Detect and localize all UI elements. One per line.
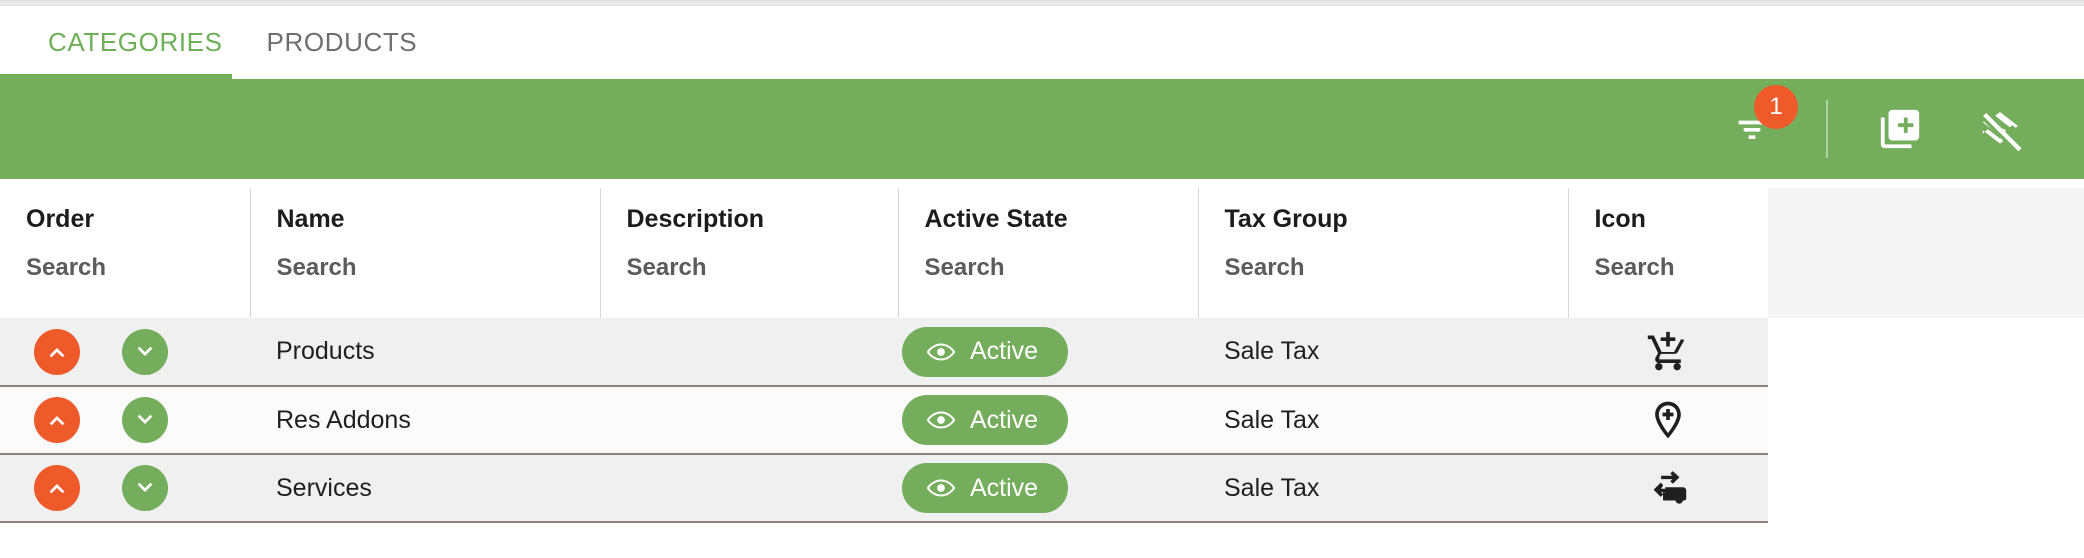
search-input-tax-group[interactable]: Search — [1225, 252, 1568, 284]
chevron-down-icon — [137, 346, 153, 356]
cell-icon — [1568, 454, 1768, 523]
add-location-icon — [1655, 401, 1681, 439]
cell-active-state: Active — [898, 386, 1198, 455]
move-down-button[interactable] — [122, 328, 168, 375]
table-header-row: Order Search Name Search Description Sea… — [0, 188, 1768, 318]
cell-icon — [1568, 318, 1768, 387]
status-badge[interactable]: Active — [902, 395, 1069, 445]
cell-name: Res Addons — [250, 386, 600, 455]
table-row[interactable]: Services Active Sale Tax — [0, 454, 1768, 523]
filter-badge-count: 1 — [1754, 85, 1798, 129]
search-input-icon[interactable]: Search — [1595, 252, 1769, 284]
chevron-down-icon — [137, 414, 153, 425]
toolbar-divider — [1826, 100, 1828, 158]
categories-table: Order Search Name Search Description Sea… — [0, 188, 1768, 523]
chevron-up-icon — [49, 483, 65, 494]
column-title: Order — [26, 205, 95, 233]
column-header-order: Order Search — [0, 188, 251, 318]
move-up-button[interactable] — [34, 465, 80, 511]
page-root: CATEGORIES PRODUCTS 1 Order Search Name … — [0, 0, 2084, 558]
layers-clear-icon — [1980, 112, 2022, 153]
column-header-description: Description Search — [600, 188, 899, 318]
eye-icon — [926, 342, 956, 361]
column-title: Tax Group — [1224, 205, 1348, 233]
tab-products[interactable]: PRODUCTS — [245, 6, 440, 78]
cell-tax-group: Sale Tax — [1198, 318, 1568, 387]
column-header-name: Name Search — [250, 188, 601, 318]
chevron-up-icon — [49, 415, 65, 426]
cell-order — [0, 386, 250, 455]
column-header-active-state: Active State Search — [898, 188, 1199, 318]
column-title: Icon — [1594, 205, 1646, 233]
search-input-description[interactable]: Search — [627, 252, 898, 284]
cell-tax-group: Sale Tax — [1198, 386, 1568, 455]
column-title: Name — [276, 205, 345, 233]
table-row[interactable]: Res Addons Active Sale Tax — [0, 386, 1768, 455]
cell-name: Services — [250, 454, 600, 523]
order-controls — [0, 397, 250, 443]
column-header-icon: Icon Search — [1568, 188, 1768, 318]
cell-active-state: Active — [898, 454, 1198, 523]
order-controls — [0, 328, 250, 375]
cell-active-state: Active — [898, 318, 1198, 387]
rv-transfer-icon — [1653, 471, 1687, 504]
eye-icon — [926, 479, 956, 497]
cell-description — [600, 318, 898, 387]
cell-order — [0, 454, 250, 523]
table-header: Order Search Name Search Description Sea… — [0, 188, 1768, 318]
column-title: Description — [626, 205, 765, 233]
filter-button[interactable]: 1 — [1724, 85, 1798, 157]
eye-icon — [926, 411, 956, 429]
search-input-active-state[interactable]: Search — [925, 252, 1198, 284]
move-up-button[interactable] — [34, 397, 80, 443]
search-input-order[interactable]: Search — [26, 252, 250, 284]
column-title: Active State — [924, 205, 1068, 233]
cell-description — [600, 454, 898, 523]
cell-tax-group: Sale Tax — [1198, 454, 1568, 523]
cell-name: Products — [250, 318, 600, 387]
add-button[interactable] — [1872, 101, 1928, 157]
tab-bar: CATEGORIES PRODUCTS — [0, 6, 2084, 78]
status-badge-label: Active — [970, 405, 1039, 434]
action-toolbar: 1 — [0, 79, 2084, 179]
status-badge-label: Active — [970, 337, 1039, 365]
layers-clear-button[interactable] — [1972, 101, 2028, 157]
tab-categories[interactable]: CATEGORIES — [26, 6, 245, 78]
cell-order — [0, 318, 250, 387]
cell-icon — [1568, 386, 1768, 455]
order-controls — [0, 465, 250, 511]
chevron-up-icon — [49, 347, 65, 357]
status-badge[interactable]: Active — [902, 463, 1069, 513]
chevron-down-icon — [137, 482, 153, 493]
search-input-name[interactable]: Search — [277, 252, 600, 284]
move-down-button[interactable] — [122, 397, 168, 443]
add-shopping-cart-icon — [1647, 331, 1685, 370]
status-badge-label: Active — [970, 473, 1039, 502]
library-add-icon — [1880, 109, 1920, 149]
column-header-tax-group: Tax Group Search — [1198, 188, 1569, 318]
header-right-filler — [1768, 188, 2084, 318]
table-body: Products Active Sale Tax Res Addons Acti… — [0, 318, 1768, 523]
status-badge[interactable]: Active — [902, 326, 1069, 377]
top-strip-shade — [0, 0, 2084, 3]
move-down-button[interactable] — [122, 465, 168, 511]
cell-description — [600, 386, 898, 455]
move-up-button[interactable] — [34, 328, 80, 375]
categories-table-wrapper: Order Search Name Search Description Sea… — [0, 188, 1768, 523]
table-row[interactable]: Products Active Sale Tax — [0, 318, 1768, 387]
